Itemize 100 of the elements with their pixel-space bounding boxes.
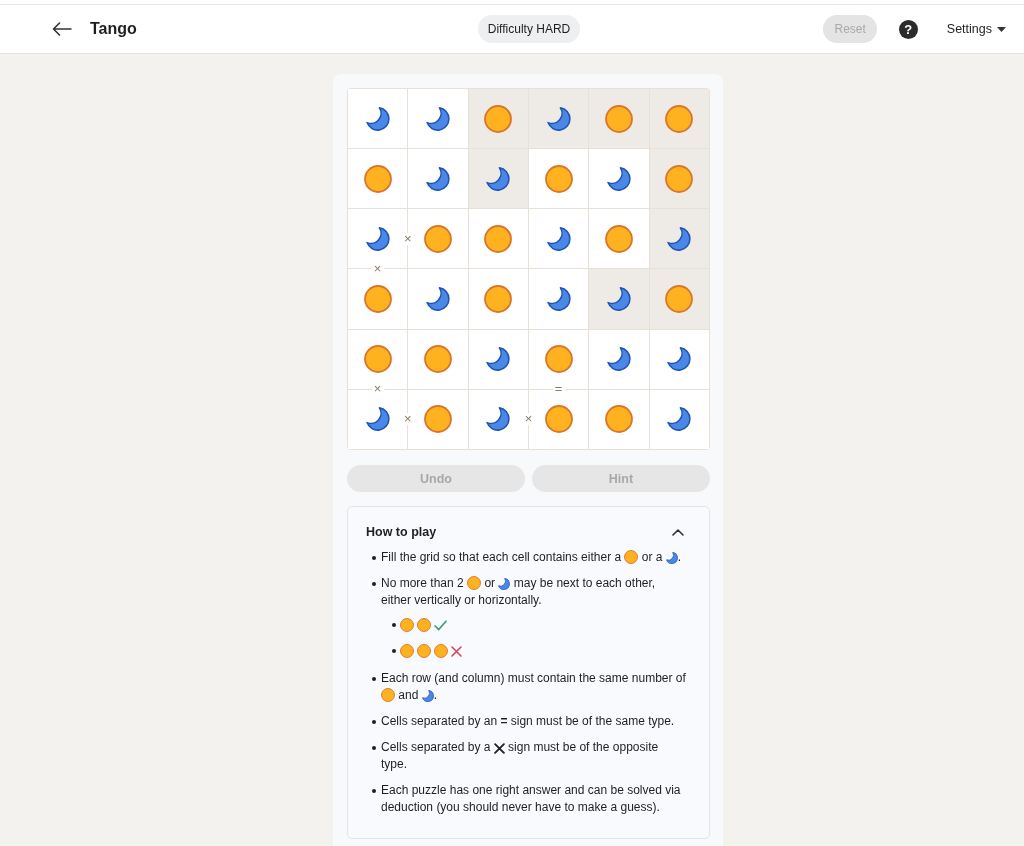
moon-icon: [665, 552, 678, 564]
grid-cell[interactable]: [408, 149, 468, 209]
sun-icon: [424, 224, 452, 253]
moon-icon: [607, 347, 631, 372]
grid-cell[interactable]: [589, 209, 649, 269]
moon-icon: [667, 407, 692, 432]
chevron-icon[interactable]: [672, 528, 684, 536]
sun-icon: [424, 345, 452, 374]
difficulty-badge: Difficulty HARD: [477, 15, 581, 43]
bullet-icon: [372, 746, 376, 750]
moon-icon: [607, 166, 631, 191]
bullet-icon: [372, 582, 376, 586]
moon-icon: [607, 287, 631, 312]
moon-icon: [667, 226, 692, 251]
sun-icon: [665, 285, 694, 314]
grid-cell[interactable]: [529, 89, 589, 149]
sun-icon: [434, 644, 448, 658]
grid-cell[interactable]: [649, 89, 709, 149]
sun-icon: [467, 576, 482, 590]
grid-cell[interactable]: [529, 209, 589, 269]
grid-cell[interactable]: [649, 269, 709, 329]
rule-text: type.: [381, 757, 407, 771]
caret-icon: [997, 26, 1006, 32]
page-title: Tango: [90, 20, 137, 38]
moon-icon: [486, 166, 511, 191]
grid-cell[interactable]: [468, 269, 528, 329]
sun-icon: [417, 644, 431, 658]
grid-cell[interactable]: [529, 269, 589, 329]
left-arrow-icon[interactable]: [52, 22, 72, 36]
grid-cell[interactable]: [408, 329, 468, 389]
rule-text: Cells separated by a: [381, 740, 492, 754]
grid-cell[interactable]: [348, 149, 408, 209]
rule-text: .: [677, 550, 682, 564]
x-icon: [493, 743, 505, 754]
grid-cell[interactable]: [589, 389, 649, 449]
rule-text: or: [483, 576, 497, 590]
moon-icon: [546, 106, 571, 131]
rule-text: Each puzzle has one right answer and can be solved via deduction (you should never have to make a guess).: [381, 783, 681, 814]
grid-cell[interactable]: [468, 89, 528, 149]
moon-icon: [486, 407, 511, 432]
grid-cell[interactable]: [468, 149, 528, 209]
help-button[interactable]: ?: [898, 19, 918, 39]
rule-text: either vertically or horizontally.: [381, 593, 542, 607]
sun-icon: [605, 104, 633, 133]
moon-icon: [546, 287, 571, 312]
grid-cell[interactable]: [529, 149, 589, 209]
grid-cell[interactable]: [468, 209, 528, 269]
sun-icon: [665, 104, 694, 133]
moon-icon: [426, 106, 450, 131]
bullet-icon: [392, 623, 396, 627]
grid-cell[interactable]: [589, 89, 649, 149]
grid-cell[interactable]: [468, 329, 528, 389]
panel-title: How to play: [366, 525, 437, 539]
sun-icon: [417, 618, 431, 632]
sun-icon: [605, 224, 633, 253]
grid-cell[interactable]: [348, 89, 408, 149]
sun-icon: [400, 618, 414, 632]
grid-cell[interactable]: [589, 149, 649, 209]
rule-text: .: [433, 688, 438, 702]
rule-text: and: [397, 688, 420, 702]
sun-icon: [624, 550, 639, 564]
rule-text: may be next to each other,: [512, 576, 656, 590]
sun-icon: [363, 345, 392, 374]
grid-cell[interactable]: [649, 389, 709, 449]
sun-icon: [484, 224, 513, 253]
moon-icon: [498, 578, 511, 590]
constraint-sign: ×: [522, 413, 535, 426]
sun-icon: [665, 164, 694, 193]
bullet-icon: [372, 677, 376, 681]
moon-icon: [365, 106, 390, 131]
sun-icon: [605, 405, 633, 434]
settings-button[interactable]: Settings: [946, 22, 1006, 36]
rule-text: or a: [640, 550, 664, 564]
moon-icon: [667, 347, 692, 372]
grid-cell[interactable]: [589, 269, 649, 329]
bullet-icon: [372, 720, 376, 724]
sun-icon: [484, 285, 513, 314]
moon-icon: [426, 166, 450, 191]
grid-cell[interactable]: [589, 329, 649, 389]
sun-icon: [484, 104, 513, 133]
sun-icon: [544, 164, 573, 193]
constraint-sign: ×: [371, 263, 384, 275]
sun-icon: [381, 688, 395, 702]
sun-icon: [544, 405, 573, 434]
rule-text: Cells separated by an = sign must be of the same type.: [381, 714, 675, 728]
sun-icon: [544, 345, 573, 374]
bullet-icon: [372, 789, 376, 793]
moon-icon: [426, 287, 450, 312]
grid-cell[interactable]: [649, 329, 709, 389]
moon-icon: [486, 347, 511, 372]
moon-icon: [546, 226, 571, 251]
grid-cell[interactable]: [408, 89, 468, 149]
rule-text: sign must be of the opposite: [507, 740, 659, 754]
grid-cell[interactable]: [408, 269, 468, 329]
rule-text: Fill the grid so that each cell contains either a: [381, 550, 623, 564]
sun-icon: [363, 164, 392, 193]
moon-icon: [421, 690, 434, 702]
sun-icon: [400, 644, 414, 658]
grid-cell[interactable]: [649, 149, 709, 209]
grid-cell[interactable]: [649, 209, 709, 269]
